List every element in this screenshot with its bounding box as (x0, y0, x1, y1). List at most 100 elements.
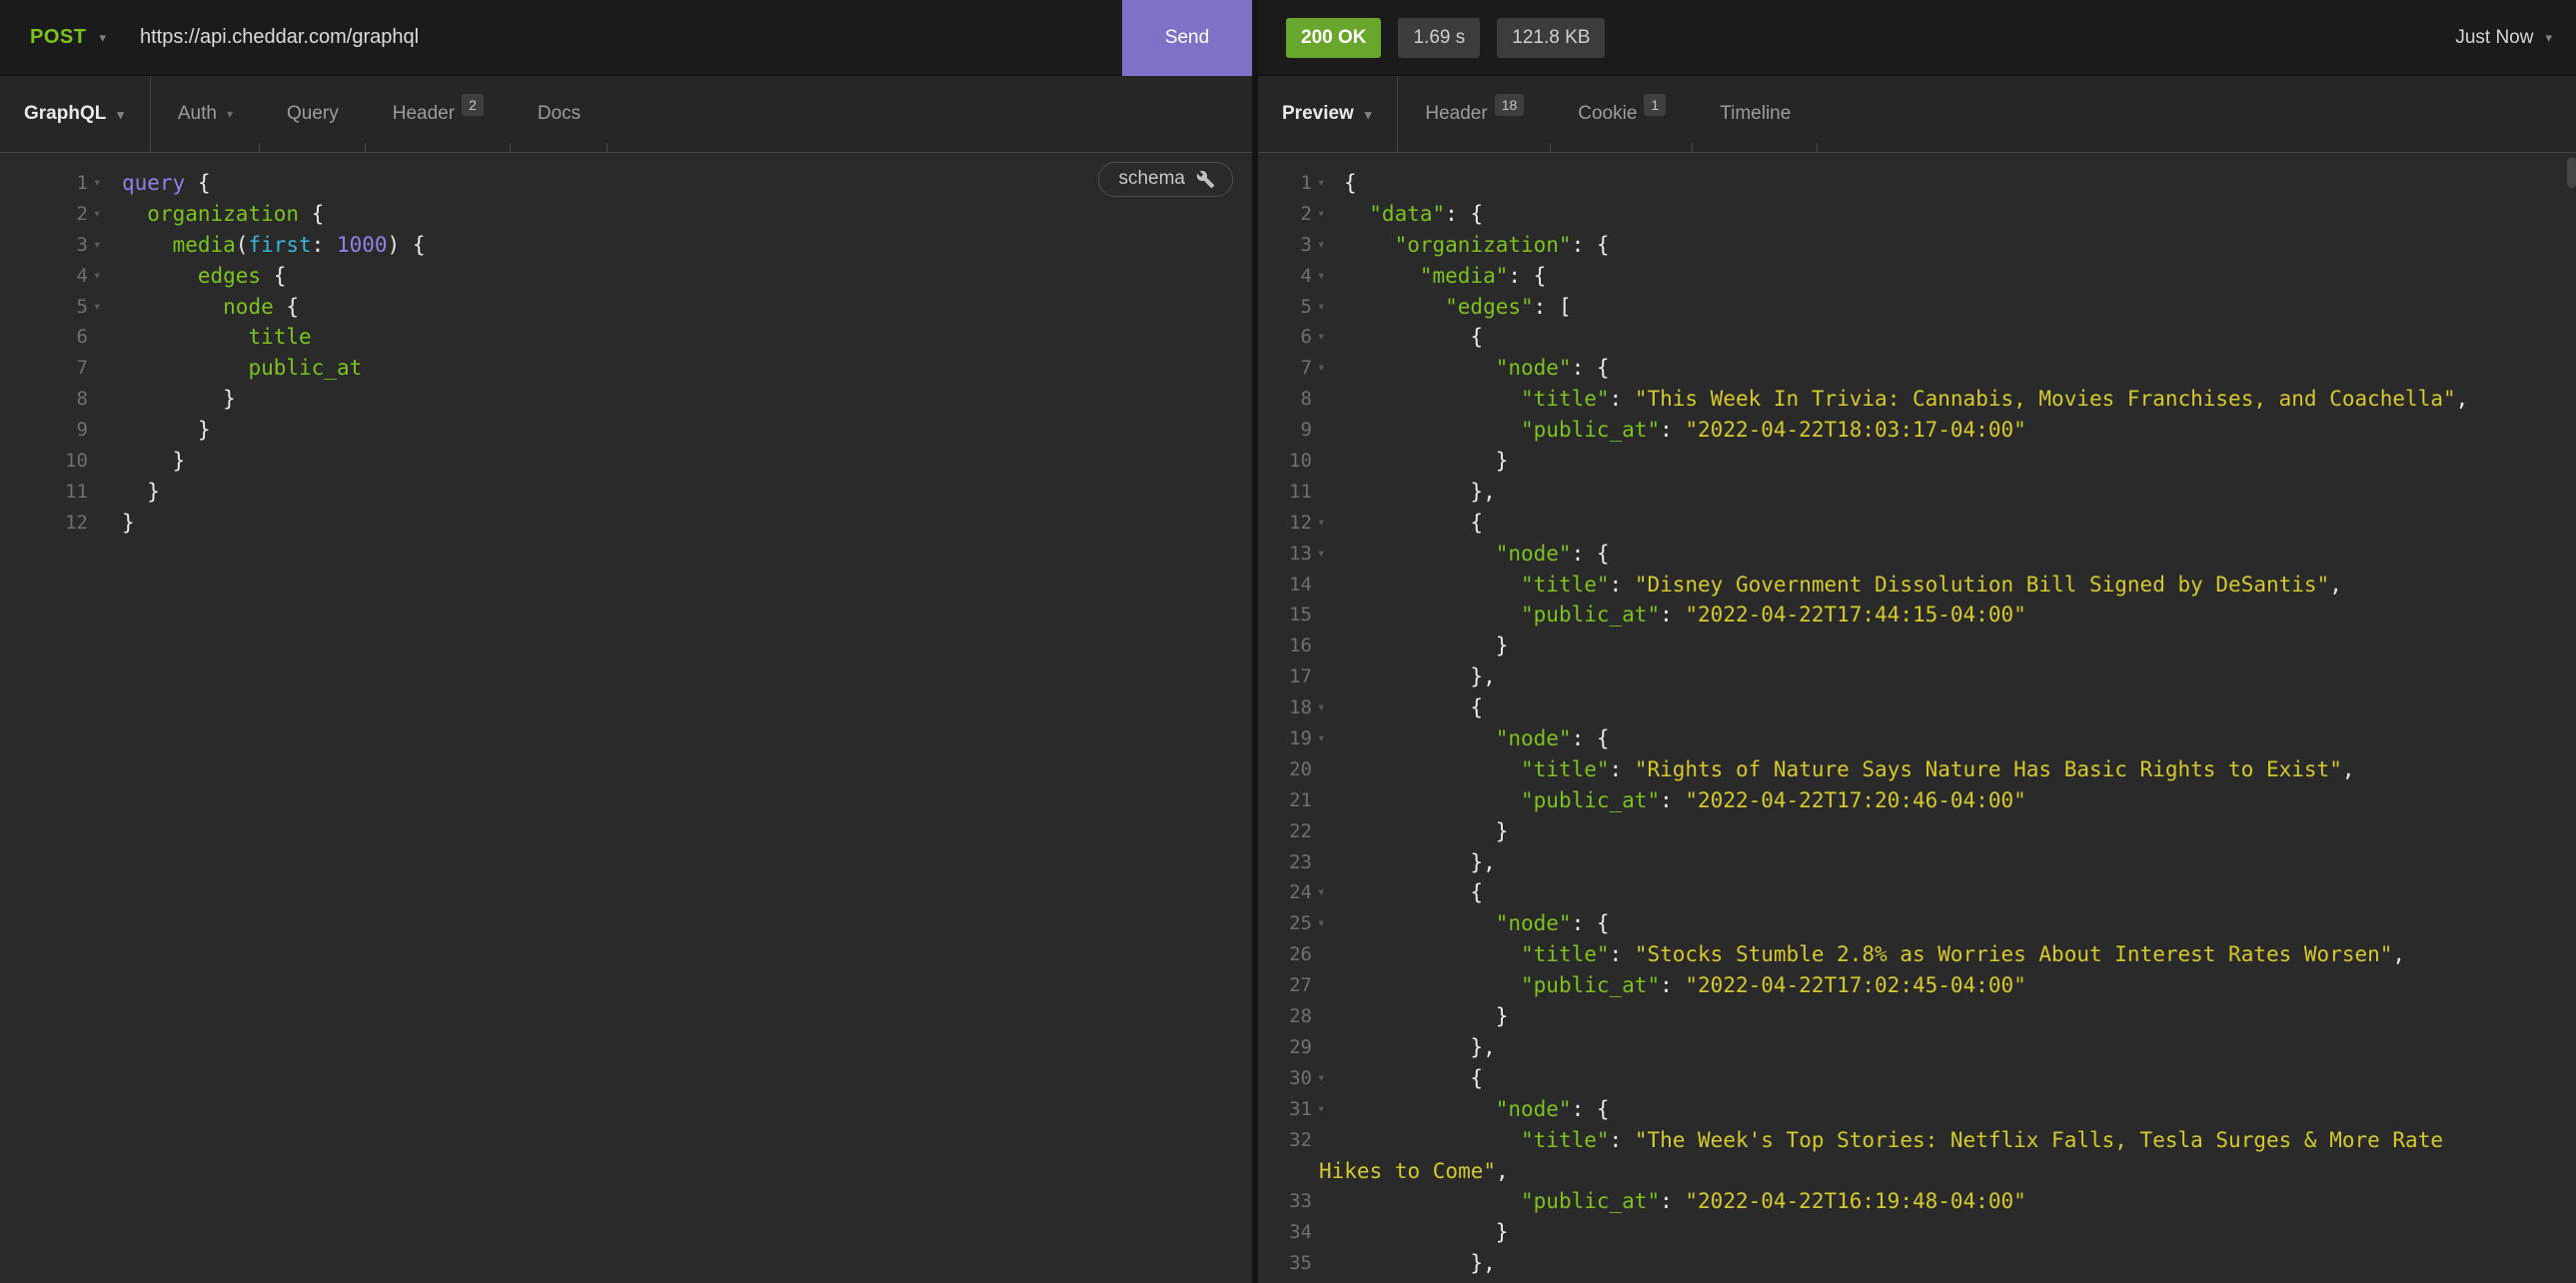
code-text: public_at (122, 353, 362, 384)
fold-toggle-icon[interactable]: ▾ (88, 292, 122, 323)
fold-toggle-icon[interactable]: ▾ (1312, 877, 1344, 908)
code-line: 9 } (0, 415, 1252, 446)
line-number: 2 (0, 199, 88, 230)
line-number: 31 (1258, 1094, 1312, 1125)
code-text: Hikes to Come", (1319, 1156, 1509, 1187)
code-text: } (1344, 1001, 1508, 1032)
tab-docs[interactable]: Docs (511, 76, 608, 152)
fold-toggle-icon[interactable]: ▾ (88, 168, 122, 199)
fold-spacer (1312, 446, 1344, 477)
fold-spacer (1312, 1001, 1344, 1032)
code-line: 24▾ { (1258, 877, 2576, 908)
request-url-bar: POST ▾ https://api.cheddar.com/graphql S… (0, 0, 1252, 76)
fold-spacer (1312, 847, 1344, 878)
schema-button[interactable]: schema (1098, 162, 1233, 197)
fold-spacer (1312, 970, 1344, 1001)
code-text: "title": "Rights of Nature Says Nature H… (1344, 754, 2355, 785)
code-line: 30▾ { (1258, 1063, 2576, 1094)
fold-spacer (1312, 1186, 1344, 1217)
scrollbar-thumb[interactable] (2567, 157, 2576, 188)
body-type-dropdown[interactable]: GraphQL ▾ (0, 76, 151, 152)
fold-toggle-icon[interactable]: ▾ (1312, 539, 1344, 570)
line-number: 4 (1258, 261, 1312, 292)
code-line: 29 }, (1258, 1032, 2576, 1063)
line-number: 4 (0, 261, 88, 292)
line-number: 7 (1258, 353, 1312, 384)
line-number: 28 (1258, 1001, 1312, 1032)
code-text: } (122, 384, 236, 415)
fold-toggle-icon[interactable]: ▾ (1312, 508, 1344, 539)
fold-toggle-icon[interactable]: ▾ (1312, 261, 1344, 292)
line-number: 12 (1258, 508, 1312, 539)
tab-query[interactable]: Query (260, 76, 366, 152)
code-line: 35 }, (1258, 1248, 2576, 1279)
line-number: 5 (1258, 292, 1312, 323)
code-text: { (1344, 1279, 1483, 1283)
code-line: 12▾ { (1258, 508, 2576, 539)
method-label: POST (30, 26, 86, 49)
fold-toggle-icon[interactable]: ▾ (1312, 168, 1344, 199)
code-text: "public_at": "2022-04-22T17:02:45-04:00" (1344, 970, 2026, 1001)
tab-header[interactable]: Header18 (1398, 76, 1551, 152)
code-line: 23 }, (1258, 847, 2576, 878)
code-line: 26 "title": "Stocks Stumble 2.8% as Worr… (1258, 939, 2576, 970)
request-editor[interactable]: schema 1▾query {2▾ organization {3▾ medi… (0, 153, 1252, 1283)
line-number: 3 (0, 230, 88, 261)
tab-header[interactable]: Header2 (366, 76, 511, 152)
code-text: "public_at": "2022-04-22T17:44:15-04:00" (1344, 600, 2026, 631)
line-number: 13 (1258, 539, 1312, 570)
fold-toggle-icon[interactable]: ▾ (1312, 1279, 1344, 1283)
tab-timeline[interactable]: Timeline (1693, 76, 1818, 152)
line-number: 8 (1258, 384, 1312, 415)
fold-spacer (1312, 600, 1344, 631)
line-number: 6 (0, 322, 88, 353)
url-input[interactable]: https://api.cheddar.com/graphql (140, 26, 1122, 49)
code-line: 17 }, (1258, 661, 2576, 692)
code-text: } (122, 446, 185, 477)
fold-spacer (1312, 570, 1344, 601)
fold-toggle-icon[interactable]: ▾ (88, 230, 122, 261)
history-dropdown[interactable]: Just Now ▾ (2455, 27, 2552, 49)
line-number: 22 (1258, 816, 1312, 847)
code-text: }, (1344, 661, 1496, 692)
chevron-down-icon: ▾ (1365, 108, 1372, 121)
fold-toggle-icon[interactable]: ▾ (1312, 199, 1344, 230)
tab-auth[interactable]: Auth▾ (151, 76, 260, 152)
line-number: 7 (0, 353, 88, 384)
code-line: 4▾ "media": { (1258, 261, 2576, 292)
code-text: edges { (122, 261, 286, 292)
fold-toggle-icon[interactable]: ▾ (1312, 723, 1344, 754)
chevron-down-icon: ▾ (2545, 31, 2552, 44)
line-number: 2 (1258, 199, 1312, 230)
preview-mode-label: Preview (1282, 103, 1354, 125)
fold-toggle-icon[interactable]: ▾ (1312, 1063, 1344, 1094)
fold-toggle-icon[interactable]: ▾ (1312, 353, 1344, 384)
tab-label: Timeline (1720, 103, 1791, 125)
code-text: } (122, 477, 160, 508)
code-text: "node": { (1344, 353, 1610, 384)
fold-toggle-icon[interactable]: ▾ (1312, 322, 1344, 353)
code-line: 11 }, (1258, 477, 2576, 508)
tab-label: Docs (538, 103, 581, 125)
time-badge: 1.69 s (1398, 18, 1480, 58)
fold-toggle-icon[interactable]: ▾ (88, 261, 122, 292)
code-line: 2▾ organization { (0, 199, 1252, 230)
code-text: } (1344, 816, 1508, 847)
send-button[interactable]: Send (1122, 0, 1252, 76)
fold-toggle-icon[interactable]: ▾ (88, 199, 122, 230)
fold-toggle-icon[interactable]: ▾ (1312, 692, 1344, 723)
preview-mode-dropdown[interactable]: Preview ▾ (1258, 76, 1398, 152)
code-text: } (1344, 1217, 1508, 1248)
code-text: "node": { (1344, 1094, 1610, 1125)
fold-toggle-icon[interactable]: ▾ (1312, 230, 1344, 261)
fold-toggle-icon[interactable]: ▾ (1312, 908, 1344, 939)
fold-toggle-icon[interactable]: ▾ (1312, 1094, 1344, 1125)
tab-cookie[interactable]: Cookie1 (1551, 76, 1693, 152)
fold-toggle-icon[interactable]: ▾ (1312, 292, 1344, 323)
tab-count-badge: 2 (462, 94, 484, 116)
code-text: media(first: 1000) { (122, 230, 425, 261)
response-viewer[interactable]: 1▾{2▾ "data": {3▾ "organization": {4▾ "m… (1258, 153, 2576, 1283)
code-line: 12} (0, 508, 1252, 539)
method-dropdown[interactable]: POST ▾ (0, 26, 106, 49)
code-line: 16 } (1258, 631, 2576, 661)
